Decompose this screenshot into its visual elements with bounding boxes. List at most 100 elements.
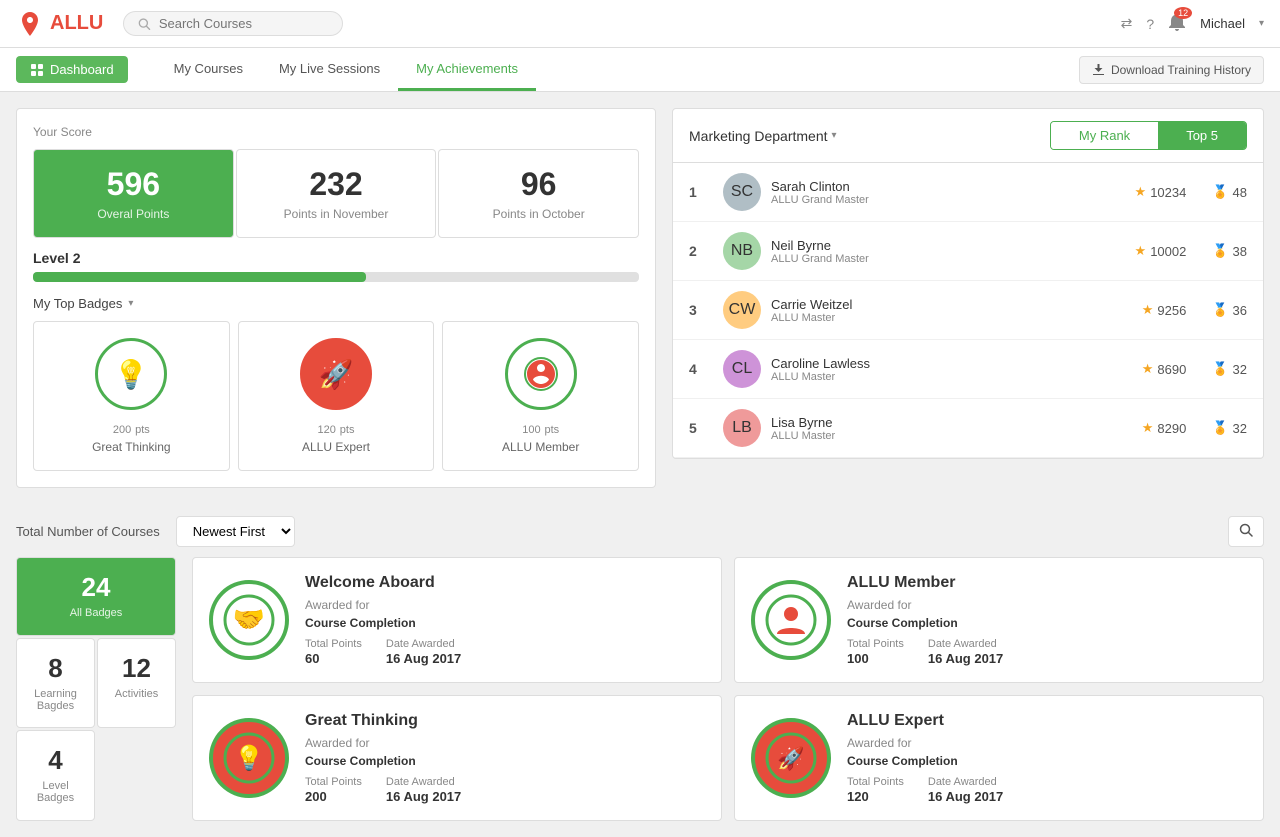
- left-panel: Your Score 596 Overal Points 232 Points …: [16, 108, 656, 500]
- badge-welcome-for-val: Course Completion: [305, 616, 705, 630]
- lb-rank-1: 1: [689, 184, 713, 200]
- lb-name-3: Carrie Weitzel: [771, 297, 1132, 312]
- november-points-label: Points in November: [253, 207, 420, 221]
- lb-title-3: ALLU Master: [771, 312, 1132, 324]
- lb-name-2: Neil Byrne: [771, 238, 1125, 253]
- svg-text:🚀: 🚀: [777, 746, 804, 771]
- all-badges-value: 24: [31, 572, 161, 603]
- lb-badges-3: 🏅36: [1212, 302, 1247, 318]
- badge-expert-title: ALLU Expert: [847, 712, 1247, 730]
- lb-badges-5: 🏅32: [1212, 420, 1247, 436]
- stat-activities: 12 Activities: [97, 638, 176, 729]
- lb-score-2: ★10002: [1135, 243, 1187, 259]
- badge-card-allu-member: 100 pts ALLU Member: [442, 321, 639, 471]
- main-content: Your Score 596 Overal Points 232 Points …: [0, 92, 1280, 516]
- activities-label: Activities: [112, 688, 161, 700]
- lb-info-4: Caroline Lawless ALLU Master: [771, 356, 1132, 383]
- badge-thinking-date: Date Awarded 16 Aug 2017: [386, 776, 461, 804]
- table-row: 3 CW Carrie Weitzel ALLU Master ★9256 🏅3…: [673, 281, 1263, 340]
- search-filter-button[interactable]: [1228, 516, 1264, 547]
- list-item: 💡 Great Thinking Awarded for Course Comp…: [192, 695, 722, 821]
- header-icons: ⇄ ? 12 Michael ▾: [1121, 13, 1264, 34]
- right-panel: Marketing Department ▾ My Rank Top 5 1 S…: [672, 108, 1264, 500]
- notification-icon[interactable]: 12: [1168, 13, 1186, 34]
- leaderboard-rows: 1 SC Sarah Clinton ALLU Grand Master ★10…: [673, 163, 1263, 458]
- score-card-overall: 596 Overal Points: [33, 149, 234, 238]
- total-courses-label: Total Number of Courses: [16, 524, 160, 539]
- nav-my-achievements[interactable]: My Achievements: [398, 49, 536, 91]
- lb-name-1: Sarah Clinton: [771, 179, 1125, 194]
- dashboard-button[interactable]: Dashboard: [16, 56, 128, 83]
- dept-name[interactable]: Marketing Department ▾: [689, 128, 837, 144]
- list-item: 🤝 Welcome Aboard Awarded for Course Comp…: [192, 557, 722, 683]
- lb-title-1: ALLU Grand Master: [771, 194, 1125, 206]
- october-points-label: Points in October: [455, 207, 622, 221]
- tab-top5[interactable]: Top 5: [1158, 122, 1246, 149]
- badge-member-date: Date Awarded 16 Aug 2017: [928, 638, 1003, 666]
- badge-pts-great-thinking: 200 pts: [44, 420, 219, 436]
- sort-select[interactable]: Newest First: [176, 516, 295, 547]
- user-dropdown-icon[interactable]: ▾: [1259, 18, 1264, 29]
- badge-expert-pts: Total Points 120: [847, 776, 904, 804]
- lb-badges-2: 🏅38: [1212, 243, 1247, 259]
- lb-avatar-2: NB: [723, 232, 761, 270]
- lb-rank-5: 5: [689, 420, 713, 436]
- badges-label[interactable]: My Top Badges ▾: [33, 296, 639, 311]
- badge-icon-allu-expert: 🚀: [300, 338, 372, 410]
- score-card-october: 96 Points in October: [438, 149, 639, 238]
- badge-card-allu-expert: 🚀 120 pts ALLU Expert: [238, 321, 435, 471]
- stat-level-badges: 4 Level Badges: [16, 730, 95, 821]
- stat-learning-badges: 8 Learning Bagdes: [16, 638, 95, 729]
- badges-dropdown-icon: ▾: [128, 298, 133, 309]
- lb-title-4: ALLU Master: [771, 371, 1132, 383]
- search-box[interactable]: [123, 11, 343, 36]
- leaderboard: Marketing Department ▾ My Rank Top 5 1 S…: [672, 108, 1264, 459]
- badge-member-pts: Total Points 100: [847, 638, 904, 666]
- all-badges-label: All Badges: [31, 607, 161, 619]
- download-btn[interactable]: Download Training History: [1079, 56, 1264, 84]
- search-filter-icon: [1239, 523, 1253, 537]
- lb-info-5: Lisa Byrne ALLU Master: [771, 415, 1132, 442]
- list-item: ALLU Member Awarded for Course Completio…: [734, 557, 1264, 683]
- stats-sidebar: 24 All Badges 8 Learning Bagdes 12 Activ…: [16, 557, 176, 821]
- badge-icon-allu-member: [505, 338, 577, 410]
- badge-expert-icon: 🚀: [751, 718, 831, 798]
- badge-member-row: Total Points 100 Date Awarded 16 Aug 201…: [847, 638, 1247, 666]
- october-points-value: 96: [455, 166, 622, 203]
- lb-score-1: ★10234: [1135, 184, 1187, 200]
- dashboard-icon: [30, 63, 44, 77]
- table-row: 1 SC Sarah Clinton ALLU Grand Master ★10…: [673, 163, 1263, 222]
- lb-score-3: ★9256: [1142, 302, 1187, 318]
- nav-my-live-sessions[interactable]: My Live Sessions: [261, 49, 398, 91]
- badge-thinking-pts: Total Points 200: [305, 776, 362, 804]
- score-cards: 596 Overal Points 232 Points in November…: [33, 149, 639, 238]
- badge-pts-allu-member: 100 pts: [453, 420, 628, 436]
- lb-name-5: Lisa Byrne: [771, 415, 1132, 430]
- shuffle-icon[interactable]: ⇄: [1121, 15, 1133, 32]
- badge-welcome-row: Total Points 60 Date Awarded 16 Aug 2017: [305, 638, 705, 666]
- bottom-content: 24 All Badges 8 Learning Bagdes 12 Activ…: [16, 557, 1264, 821]
- badge-member-icon: [751, 580, 831, 660]
- level-badges-value: 4: [31, 745, 80, 776]
- badge-member-title: ALLU Member: [847, 574, 1247, 592]
- search-icon: [138, 17, 150, 31]
- badge-welcome-date: Date Awarded 16 Aug 2017: [386, 638, 461, 666]
- badge-icon-great-thinking: 💡: [95, 338, 167, 410]
- help-icon[interactable]: ?: [1146, 16, 1154, 32]
- svg-text:🤝: 🤝: [233, 604, 265, 634]
- user-name[interactable]: Michael: [1200, 16, 1245, 31]
- badge-welcome-icon: 🤝: [209, 580, 289, 660]
- tab-my-rank[interactable]: My Rank: [1051, 122, 1158, 149]
- nav-my-courses[interactable]: My Courses: [156, 49, 261, 91]
- badge-welcome-pts: Total Points 60: [305, 638, 362, 666]
- lb-rank-2: 2: [689, 243, 713, 259]
- level-section: Level 2: [33, 250, 639, 282]
- badge-items: 🤝 Welcome Aboard Awarded for Course Comp…: [192, 557, 1264, 821]
- badge-expert-for-label: Awarded for: [847, 736, 1247, 750]
- score-section: Your Score 596 Overal Points 232 Points …: [16, 108, 656, 488]
- level-text: Level 2: [33, 250, 639, 266]
- search-input[interactable]: [159, 16, 329, 31]
- score-card-november: 232 Points in November: [236, 149, 437, 238]
- bottom-header: Total Number of Courses Newest First: [16, 516, 1264, 547]
- badge-member-for-label: Awarded for: [847, 598, 1247, 612]
